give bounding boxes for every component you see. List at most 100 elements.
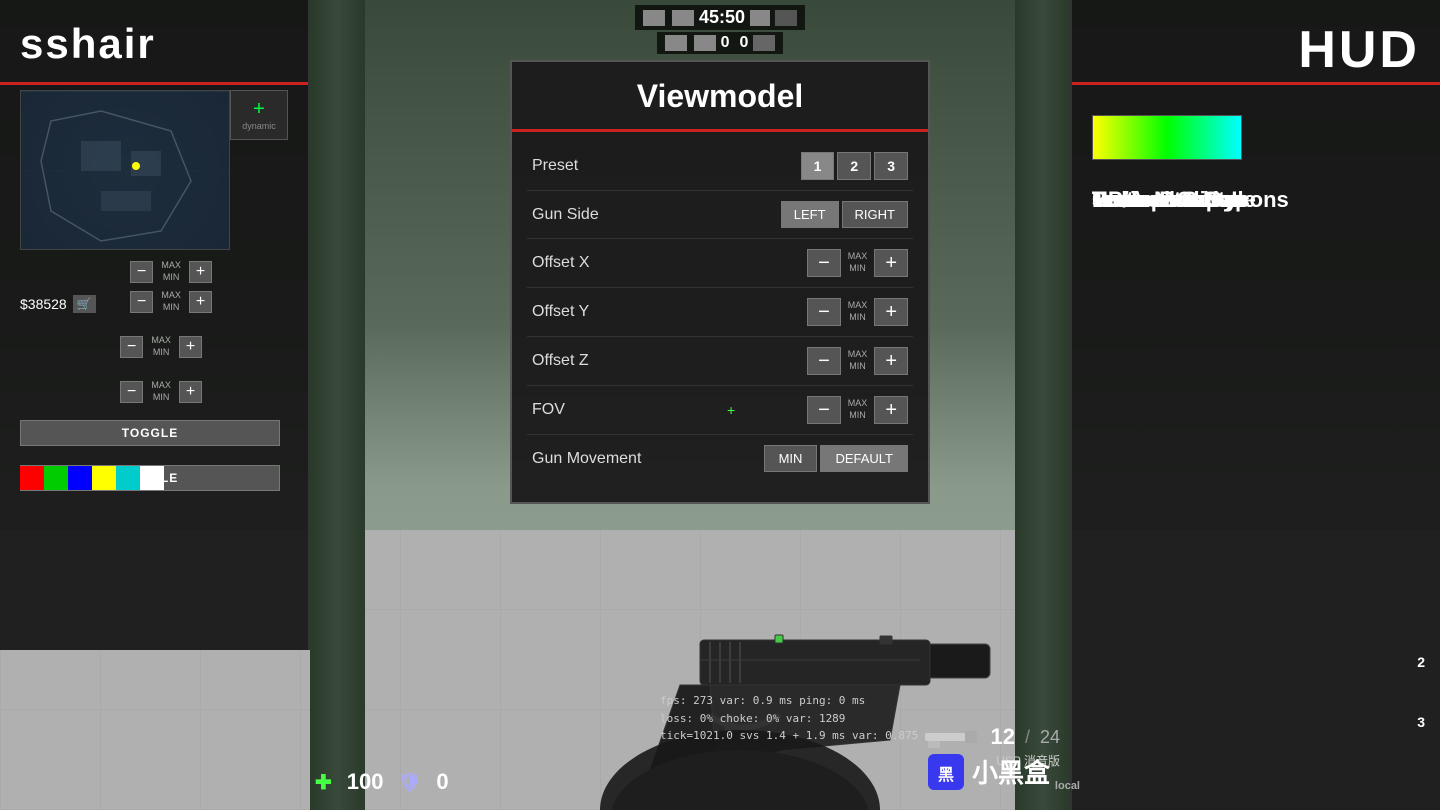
- row3-plus[interactable]: +: [179, 336, 202, 358]
- bottom-weapon-hud: 12 / 24: [920, 724, 1060, 750]
- team-icon-left3: [665, 35, 687, 51]
- cart-icon: 🛒: [73, 295, 96, 313]
- row4-minus[interactable]: −: [120, 381, 143, 403]
- hud-row-2: − MAXMIN +: [130, 290, 212, 313]
- offset-y-plus[interactable]: +: [874, 298, 908, 326]
- row3-maxmin: MAXMIN: [147, 335, 175, 358]
- left-panel: sshair + dynamic − MAXMIN + $38528: [0, 0, 310, 650]
- swatch-yellow[interactable]: [92, 466, 116, 490]
- fov-row: FOV + − MAXMIN +: [527, 386, 913, 435]
- row2-minus[interactable]: −: [130, 291, 153, 313]
- gun-movement-row: Gun Movement MIN DEFAULT: [527, 435, 913, 482]
- team-icon-left: [643, 10, 665, 26]
- row3-minus[interactable]: −: [120, 336, 143, 358]
- shield-value: 0: [436, 769, 448, 795]
- bottom-left-hud: ✚ 100 🛡 0: [315, 769, 449, 795]
- hud-row-3: − MAXMIN +: [120, 335, 202, 358]
- score-right: 0: [739, 34, 748, 52]
- health-value: 100: [347, 769, 384, 795]
- fov-plus[interactable]: +: [874, 396, 908, 424]
- fov-controls: − MAXMIN +: [807, 396, 908, 424]
- offset-x-controls: − MAXMIN +: [807, 249, 908, 277]
- gun-movement-controls: MIN DEFAULT: [764, 445, 908, 472]
- gun-movement-default-btn[interactable]: DEFAULT: [820, 445, 908, 472]
- watermark-icon: 黑: [928, 754, 964, 790]
- offset-y-maxmin: MAXMIN: [844, 300, 872, 323]
- top-hud: 45:50 0 0: [635, 5, 805, 54]
- center-panel: Viewmodel Preset 1 2 3 Gun Side LEFT RIG…: [510, 60, 930, 504]
- health-plus-icon: ✚: [315, 770, 332, 795]
- hud-row-4: − MAXMIN +: [120, 380, 202, 403]
- offset-y-label: Offset Y: [532, 303, 589, 321]
- row1-plus[interactable]: +: [189, 261, 212, 283]
- icon-flag: [750, 10, 770, 26]
- dynamic-label: dynamic: [242, 121, 276, 131]
- watermark-text: 小黑盒: [972, 753, 1050, 790]
- row1-maxmin: MAXMIN: [157, 260, 185, 283]
- row2-plus[interactable]: +: [189, 291, 212, 313]
- debug-line-2: loss: 0% choke: 0% var: 1289: [660, 710, 938, 728]
- team-icon-left4: [694, 35, 716, 51]
- preset-row: Preset 1 2 3: [527, 142, 913, 191]
- ammo-separator: /: [1025, 727, 1030, 748]
- offset-y-row: Offset Y − MAXMIN +: [527, 288, 913, 337]
- svg-text:黑: 黑: [938, 766, 954, 784]
- gun-side-left-btn[interactable]: LEFT: [781, 201, 839, 228]
- preset-label: Preset: [532, 157, 578, 175]
- top-hud-row-1: 45:50: [635, 5, 805, 30]
- swatch-red[interactable]: [20, 466, 44, 490]
- shield-icon: 🛡: [398, 772, 421, 793]
- left-red-accent: [0, 82, 308, 85]
- watermark-sub: local: [1055, 780, 1080, 792]
- crosshair-preview: + dynamic: [230, 90, 288, 140]
- offset-z-minus[interactable]: −: [807, 347, 841, 375]
- ammo-total: 24: [1040, 727, 1060, 748]
- offset-x-maxmin: MAXMIN: [844, 251, 872, 274]
- hud-row-money: $38528 🛒: [20, 295, 96, 313]
- right-panel: HUD Color Scale Horizontal Gap Vertical …: [1070, 0, 1440, 810]
- preset-3-btn[interactable]: 3: [874, 152, 908, 180]
- offset-x-row: Offset X − MAXMIN +: [527, 239, 913, 288]
- toggle-button-1[interactable]: TOGGLE: [20, 420, 280, 446]
- pillar-right: [1015, 0, 1070, 810]
- offset-z-maxmin: MAXMIN: [844, 349, 872, 372]
- crosshair-icon: +: [253, 99, 265, 119]
- row2-maxmin: MAXMIN: [157, 290, 185, 313]
- offset-z-controls: − MAXMIN +: [807, 347, 908, 375]
- preset-2-btn[interactable]: 2: [837, 152, 871, 180]
- minimap-svg: [21, 91, 230, 250]
- row4-plus[interactable]: +: [179, 381, 202, 403]
- swatch-green[interactable]: [44, 466, 68, 490]
- gun-movement-min-btn[interactable]: MIN: [764, 445, 818, 472]
- offset-x-plus[interactable]: +: [874, 249, 908, 277]
- gun-side-right-btn[interactable]: RIGHT: [842, 201, 908, 228]
- right-red-accent: [1072, 82, 1440, 85]
- icon-knife: [753, 35, 775, 51]
- minimap-inner: [21, 91, 229, 249]
- row1-minus[interactable]: −: [130, 261, 153, 283]
- fov-maxmin: MAXMIN: [844, 398, 872, 421]
- fov-crosshair-icon: +: [727, 402, 735, 418]
- offset-z-plus[interactable]: +: [874, 347, 908, 375]
- icon-flag2: [775, 10, 797, 26]
- pillar-left: [310, 0, 365, 810]
- swatch-white[interactable]: [140, 466, 164, 490]
- swatch-cyan[interactable]: [116, 466, 140, 490]
- debug-line-3: tick=1021.0 svs 1.4 + 1.9 ms var: 0.875 …: [660, 727, 938, 745]
- fov-minus[interactable]: −: [807, 396, 841, 424]
- gun-side-controls: LEFT RIGHT: [781, 201, 908, 228]
- menu-item-colored-gun-icons[interactable]: Colored Gun Icons: [1072, 175, 1440, 225]
- preset-1-btn[interactable]: 1: [801, 152, 835, 180]
- center-panel-title: Viewmodel: [512, 62, 928, 132]
- offset-z-label: Offset Z: [532, 352, 589, 370]
- watermark: 黑 小黑盒 local: [928, 753, 1050, 790]
- offset-y-minus[interactable]: −: [807, 298, 841, 326]
- swatch-blue[interactable]: [68, 466, 92, 490]
- offset-x-minus[interactable]: −: [807, 249, 841, 277]
- money-display: $38528: [20, 296, 67, 312]
- preset-controls: 1 2 3: [801, 152, 908, 180]
- number-badge-3: 3: [1417, 714, 1425, 730]
- left-panel-title: sshair: [20, 20, 156, 68]
- gun-side-label: Gun Side: [532, 206, 599, 224]
- right-panel-title: HUD: [1298, 20, 1420, 80]
